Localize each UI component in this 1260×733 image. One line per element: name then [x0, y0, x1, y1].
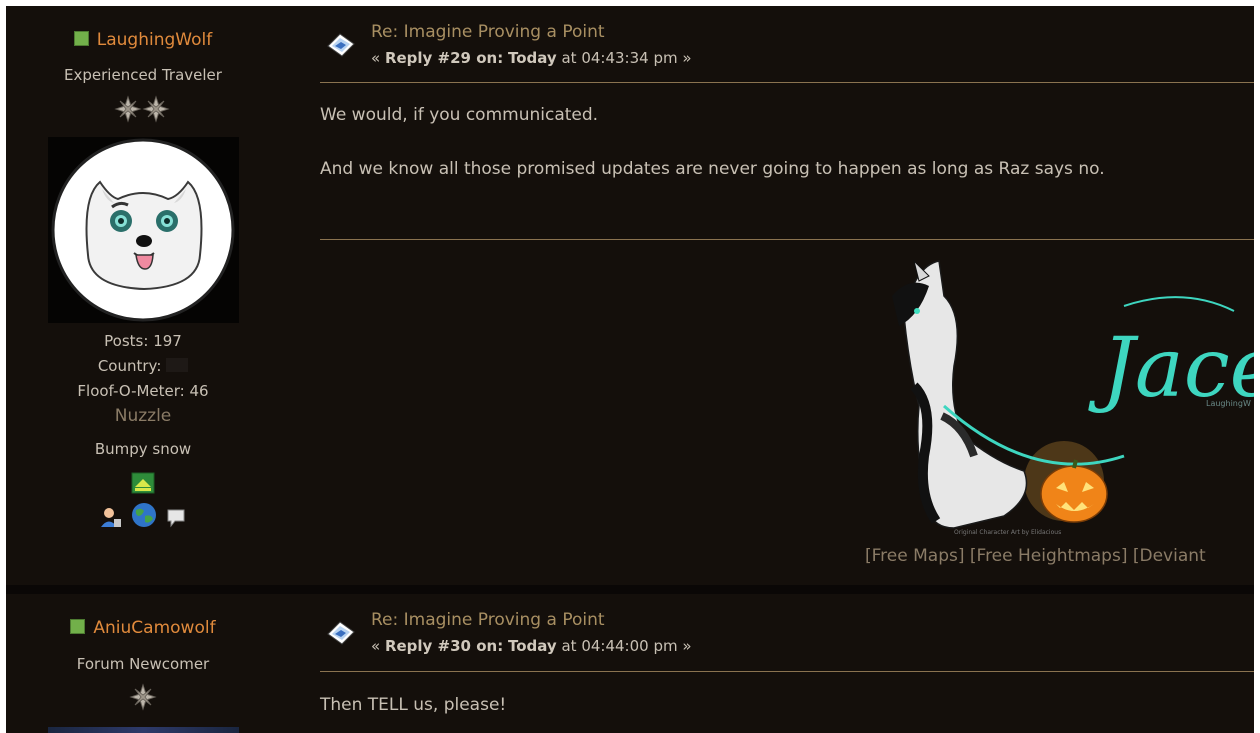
reply-day: Today	[507, 49, 557, 67]
post-30: AniuCamowolf Forum Newcomer Re: Imagine …	[6, 594, 1254, 733]
signature-links: [Free Maps] [Free Heightmaps] [Deviant	[865, 546, 1206, 566]
profile-icon[interactable]	[100, 506, 122, 528]
signature-link[interactable]: [Free Maps]	[865, 546, 964, 566]
signature-link[interactable]: [Free Heightmaps]	[970, 546, 1128, 566]
custom-badge-icon	[131, 472, 155, 494]
post-29: LaughingWolf Experienced Traveler Posts:…	[6, 6, 1254, 585]
signature-banner-sub: LaughingW	[1206, 399, 1251, 408]
post-body-line: And we know all those promised updates a…	[320, 159, 1105, 179]
poster-name-row: LaughingWolf	[6, 30, 280, 50]
rank-stars	[6, 682, 280, 716]
post-keyinfo: « Reply #30 on: Today at 04:44:00 pm »	[371, 637, 692, 655]
website-icon[interactable]	[131, 502, 157, 528]
online-status-icon	[73, 31, 89, 46]
personal-message-icon[interactable]	[166, 508, 186, 528]
reply-number: Reply #30 on:	[384, 637, 504, 655]
country-row: Country:	[6, 354, 280, 379]
post-subject-link[interactable]: Re: Imagine Proving a Point	[371, 610, 605, 630]
poster-stats: Posts: 197 Country: Floof-O-Meter: 46 Nu…	[6, 329, 280, 429]
signature-divider	[320, 239, 1254, 240]
custom-badge	[6, 472, 280, 498]
post-header-divider	[320, 671, 1254, 672]
post-header-divider	[320, 82, 1254, 83]
poster-username[interactable]: AniuCamowolf	[93, 618, 215, 638]
custom-title: Bumpy snow	[94, 440, 192, 458]
avatar[interactable]	[48, 727, 239, 733]
post-count: Posts: 197	[104, 332, 182, 350]
floof-o-meter: Floof-O-Meter: 46	[77, 382, 209, 400]
keyinfo-prefix: «	[371, 49, 385, 67]
post-body-line: We would, if you communicated.	[320, 105, 599, 125]
reply-time: at 04:43:34 pm »	[556, 49, 692, 67]
post-keyinfo: « Reply #29 on: Today at 04:43:34 pm »	[371, 49, 692, 67]
rank-stars	[6, 94, 280, 128]
signature-image: Jace LaughingW Original Character Art by…	[884, 256, 1254, 541]
signature-link[interactable]: [Deviant	[1133, 546, 1206, 566]
member-rank: Experienced Traveler	[64, 66, 222, 84]
star-icon	[129, 683, 157, 711]
signature-credit: Original Character Art by Elidacious	[954, 529, 1061, 536]
keyinfo-prefix: «	[371, 637, 385, 655]
member-rank: Forum Newcomer	[76, 655, 210, 673]
poster-username[interactable]: LaughingWolf	[97, 30, 212, 50]
post-xx-icon	[324, 30, 358, 60]
nuzzle-link[interactable]: Nuzzle	[6, 404, 280, 429]
online-status-icon	[70, 619, 86, 634]
poster-icons	[6, 502, 280, 532]
reply-number: Reply #29 on:	[384, 49, 504, 67]
country-label: Country:	[97, 357, 162, 375]
avatar[interactable]	[48, 137, 239, 323]
post-subject-link[interactable]: Re: Imagine Proving a Point	[371, 22, 605, 42]
post-separator	[6, 585, 1254, 594]
poster-name-row: AniuCamowolf	[6, 618, 280, 638]
reply-day: Today	[507, 637, 557, 655]
reply-time: at 04:44:00 pm »	[556, 637, 692, 655]
post-xx-icon	[324, 618, 358, 648]
star-icon	[114, 95, 170, 123]
country-flag-icon	[166, 358, 189, 372]
post-body-line: Then TELL us, please!	[320, 695, 507, 715]
